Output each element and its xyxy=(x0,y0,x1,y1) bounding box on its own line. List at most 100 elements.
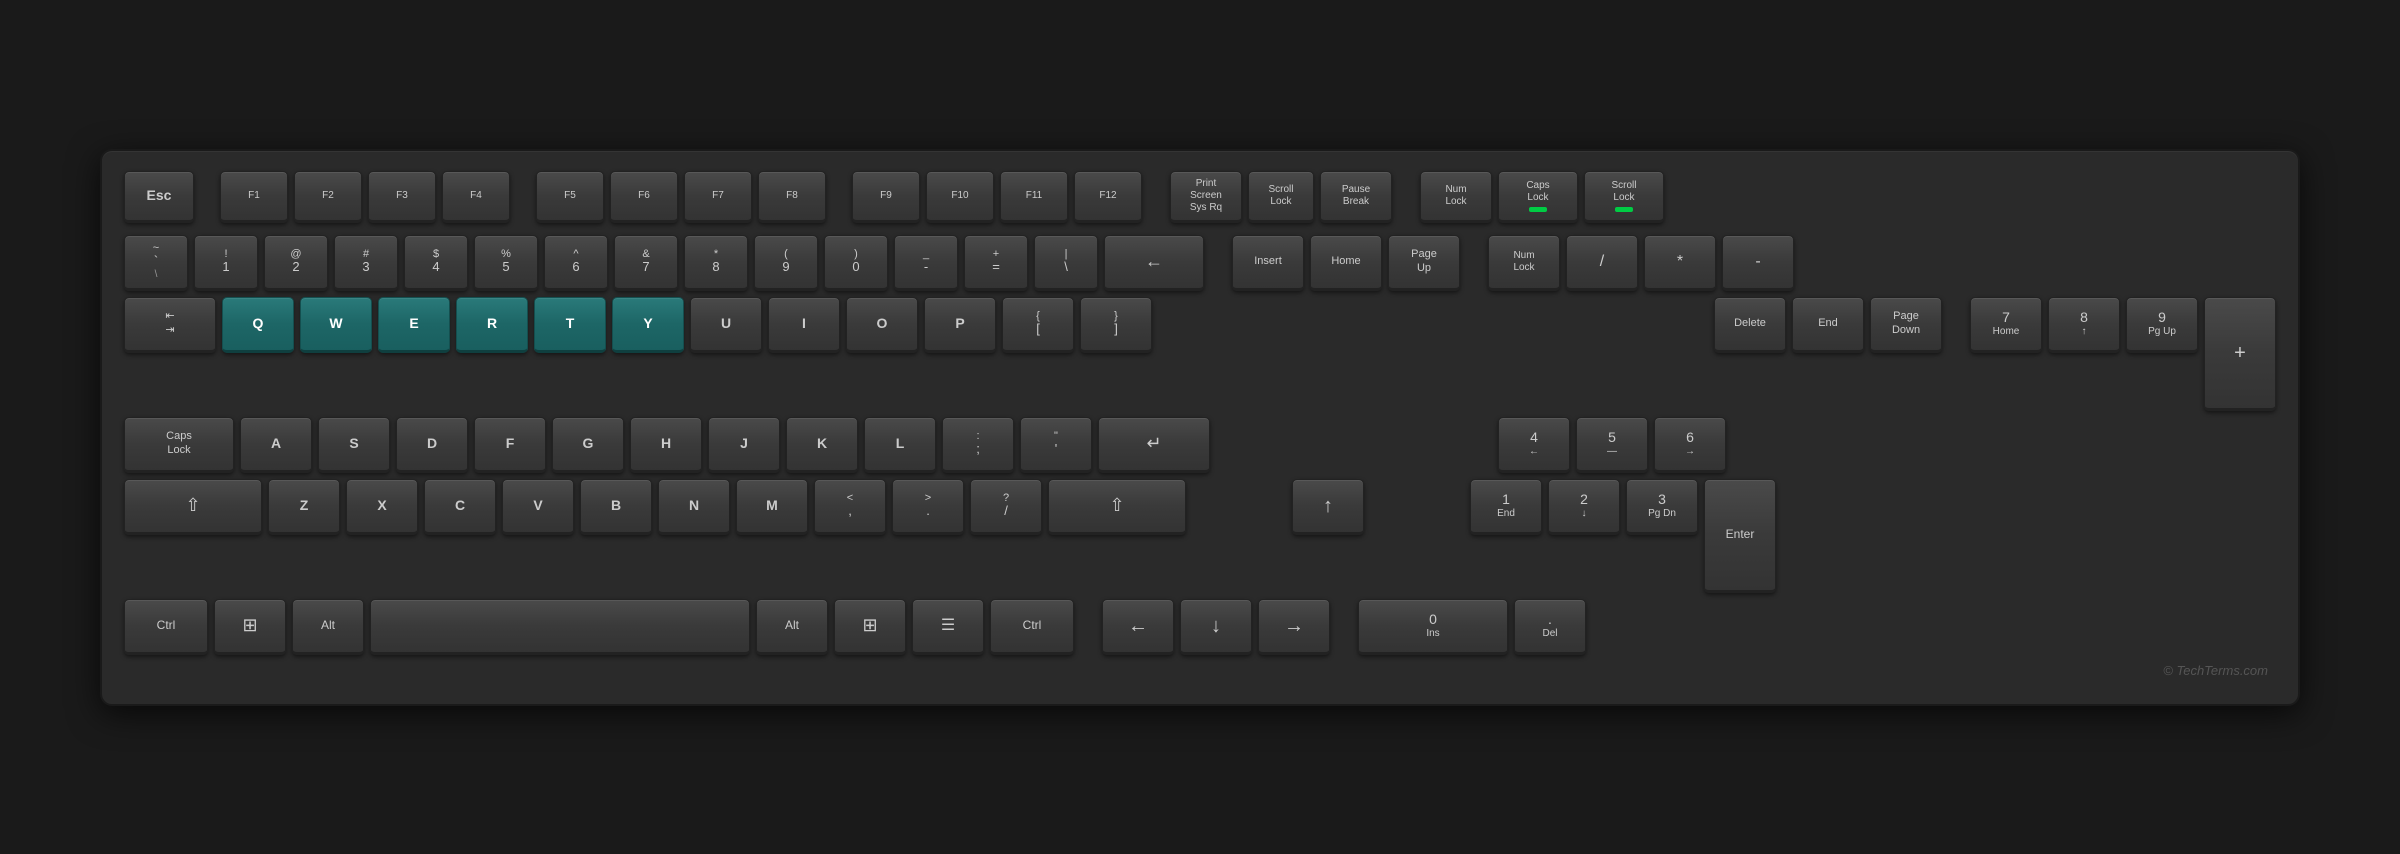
key-h[interactable]: H xyxy=(630,417,702,473)
key-insert[interactable]: Insert xyxy=(1232,235,1304,291)
key-space[interactable] xyxy=(370,599,750,655)
key-quote[interactable]: " ' xyxy=(1020,417,1092,473)
key-arrow-down[interactable]: ↓ xyxy=(1180,599,1252,655)
key-right-shift[interactable]: ⇧ xyxy=(1048,479,1186,535)
key-left-shift[interactable]: ⇧ xyxy=(124,479,262,535)
key-np-minus[interactable]: - xyxy=(1722,235,1794,291)
key-np-8[interactable]: 8 ↑ xyxy=(2048,297,2120,353)
key-5[interactable]: % 5 xyxy=(474,235,538,291)
key-r[interactable]: R xyxy=(456,297,528,353)
key-j[interactable]: J xyxy=(708,417,780,473)
key-f11[interactable]: F11 xyxy=(1000,171,1068,223)
key-k[interactable]: K xyxy=(786,417,858,473)
key-x[interactable]: X xyxy=(346,479,418,535)
key-v[interactable]: V xyxy=(502,479,574,535)
key-m[interactable]: M xyxy=(736,479,808,535)
key-4[interactable]: $ 4 xyxy=(404,235,468,291)
key-np-plus[interactable]: + xyxy=(2204,297,2276,411)
key-np-4[interactable]: 4 ← xyxy=(1498,417,1570,473)
key-scroll-lock[interactable]: ScrollLock xyxy=(1248,171,1314,223)
key-caps-lock[interactable]: CapsLock xyxy=(124,417,234,473)
key-left-win[interactable]: ⊞ xyxy=(214,599,286,655)
key-f8[interactable]: F8 xyxy=(758,171,826,223)
key-f7[interactable]: F7 xyxy=(684,171,752,223)
key-comma[interactable]: < , xyxy=(814,479,886,535)
key-np-enter[interactable]: Enter xyxy=(1704,479,1776,593)
key-np-9[interactable]: 9 Pg Up xyxy=(2126,297,2198,353)
key-caps-lock-indicator[interactable]: CapsLock xyxy=(1498,171,1578,223)
key-np-1[interactable]: 1 End xyxy=(1470,479,1542,535)
key-pipe-backslash[interactable]: | \ xyxy=(1034,235,1098,291)
key-7[interactable]: & 7 xyxy=(614,235,678,291)
key-np-7[interactable]: 7 Home xyxy=(1970,297,2042,353)
key-9[interactable]: ( 9 xyxy=(754,235,818,291)
key-np-decimal[interactable]: . Del xyxy=(1514,599,1586,655)
key-menu[interactable]: ☰ xyxy=(912,599,984,655)
key-print-screen[interactable]: PrintScreenSys Rq xyxy=(1170,171,1242,223)
key-d[interactable]: D xyxy=(396,417,468,473)
key-right-alt[interactable]: Alt xyxy=(756,599,828,655)
key-u[interactable]: U xyxy=(690,297,762,353)
key-z[interactable]: Z xyxy=(268,479,340,535)
key-slash[interactable]: ? / xyxy=(970,479,1042,535)
key-2[interactable]: @ 2 xyxy=(264,235,328,291)
key-backspace[interactable]: ← xyxy=(1104,235,1204,291)
key-arrow-right[interactable]: → xyxy=(1258,599,1330,655)
key-8[interactable]: * 8 xyxy=(684,235,748,291)
key-np-3[interactable]: 3 Pg Dn xyxy=(1626,479,1698,535)
key-f6[interactable]: F6 xyxy=(610,171,678,223)
key-n[interactable]: N xyxy=(658,479,730,535)
key-arrow-up[interactable]: ↑ xyxy=(1292,479,1364,535)
key-1[interactable]: ! 1 xyxy=(194,235,258,291)
key-np-slash[interactable]: / xyxy=(1566,235,1638,291)
key-equals[interactable]: + = xyxy=(964,235,1028,291)
key-right-win[interactable]: ⊞ xyxy=(834,599,906,655)
key-num-lock[interactable]: NumLock xyxy=(1420,171,1492,223)
key-tilde-grave[interactable]: ~ ` \ xyxy=(124,235,188,291)
key-enter[interactable]: ↵ xyxy=(1098,417,1210,473)
key-f1[interactable]: F1 xyxy=(220,171,288,223)
key-page-up[interactable]: PageUp xyxy=(1388,235,1460,291)
key-f[interactable]: F xyxy=(474,417,546,473)
key-semicolon[interactable]: : ; xyxy=(942,417,1014,473)
key-scroll-lock-indicator[interactable]: ScrollLock xyxy=(1584,171,1664,223)
key-f2[interactable]: F2 xyxy=(294,171,362,223)
key-t[interactable]: T xyxy=(534,297,606,353)
key-f5[interactable]: F5 xyxy=(536,171,604,223)
key-left-bracket[interactable]: { [ xyxy=(1002,297,1074,353)
key-e[interactable]: E xyxy=(378,297,450,353)
key-arrow-left[interactable]: ← xyxy=(1102,599,1174,655)
key-left-ctrl[interactable]: Ctrl xyxy=(124,599,208,655)
key-left-alt[interactable]: Alt xyxy=(292,599,364,655)
key-f3[interactable]: F3 xyxy=(368,171,436,223)
key-3[interactable]: # 3 xyxy=(334,235,398,291)
key-home[interactable]: Home xyxy=(1310,235,1382,291)
key-tab[interactable]: ⇤⇥ xyxy=(124,297,216,353)
key-right-ctrl[interactable]: Ctrl xyxy=(990,599,1074,655)
key-period[interactable]: > . xyxy=(892,479,964,535)
key-f10[interactable]: F10 xyxy=(926,171,994,223)
key-p[interactable]: P xyxy=(924,297,996,353)
key-6[interactable]: ^ 6 xyxy=(544,235,608,291)
key-f12[interactable]: F12 xyxy=(1074,171,1142,223)
key-np-asterisk[interactable]: * xyxy=(1644,235,1716,291)
key-esc[interactable]: Esc xyxy=(124,171,194,223)
key-f4[interactable]: F4 xyxy=(442,171,510,223)
key-np-0[interactable]: 0 Ins xyxy=(1358,599,1508,655)
key-s[interactable]: S xyxy=(318,417,390,473)
key-c[interactable]: C xyxy=(424,479,496,535)
key-y[interactable]: Y xyxy=(612,297,684,353)
key-g[interactable]: G xyxy=(552,417,624,473)
key-end[interactable]: End xyxy=(1792,297,1864,353)
key-l[interactable]: L xyxy=(864,417,936,473)
key-np-2[interactable]: 2 ↓ xyxy=(1548,479,1620,535)
key-delete[interactable]: Delete xyxy=(1714,297,1786,353)
key-q[interactable]: Q xyxy=(222,297,294,353)
key-0[interactable]: ) 0 xyxy=(824,235,888,291)
key-page-down[interactable]: PageDown xyxy=(1870,297,1942,353)
key-right-bracket[interactable]: } ] xyxy=(1080,297,1152,353)
key-np-5[interactable]: 5 — xyxy=(1576,417,1648,473)
key-num-lock-np[interactable]: NumLock xyxy=(1488,235,1560,291)
key-f9[interactable]: F9 xyxy=(852,171,920,223)
key-pause[interactable]: PauseBreak xyxy=(1320,171,1392,223)
